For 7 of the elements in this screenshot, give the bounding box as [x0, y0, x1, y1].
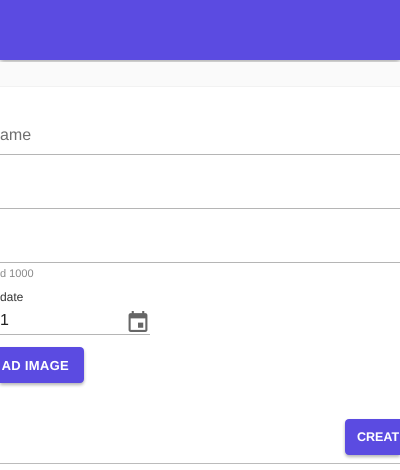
create-button[interactable]: CREAT — [345, 419, 400, 455]
upload-image-button[interactable]: AD IMAGE — [0, 347, 84, 383]
field-label: date — [0, 290, 24, 304]
text-field[interactable]: ame — [0, 87, 400, 155]
helper-text: d 1000 — [0, 268, 35, 282]
date-field[interactable]: 1 — [0, 307, 150, 335]
calendar-icon[interactable] — [128, 310, 148, 332]
